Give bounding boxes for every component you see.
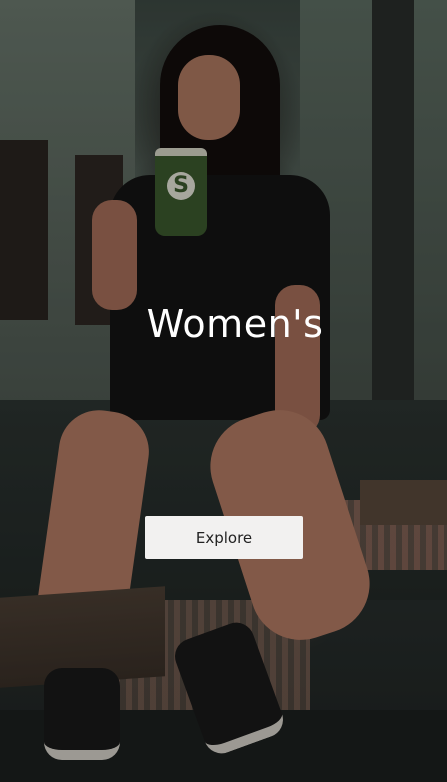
image-dim-overlay (0, 0, 447, 782)
hero-title: Women's (146, 302, 324, 346)
explore-button[interactable]: Explore (145, 516, 303, 559)
hero-section: S Women's Explore (0, 0, 447, 782)
